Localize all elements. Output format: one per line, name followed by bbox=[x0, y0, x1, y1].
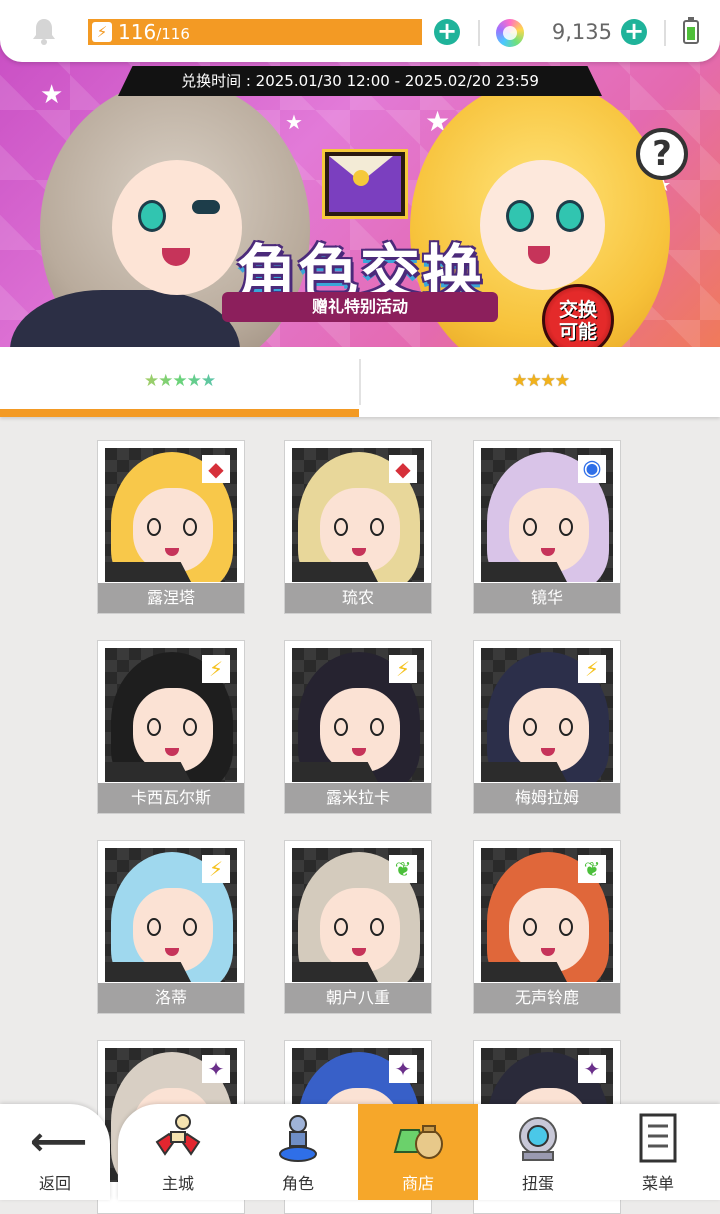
nav-label-home: 主城 bbox=[161, 1174, 194, 1193]
lightning-icon: ⚡ bbox=[389, 655, 417, 683]
lightning-icon: ⚡ bbox=[578, 655, 606, 683]
star-decoration-icon: ★ bbox=[285, 110, 303, 134]
back-arrow-icon: ⟵ bbox=[30, 1119, 88, 1165]
rarity-stars: ★★★★★ bbox=[292, 962, 378, 982]
character-card[interactable]: ◆ ★★★★★琉农 bbox=[284, 440, 432, 614]
bottom-nav: 主城 角色 商店 扭蛋 菜单 bbox=[118, 1104, 720, 1200]
character-name: 卡西瓦尔斯 bbox=[98, 783, 244, 813]
character-card[interactable]: ◉ ★★★★★镜华 bbox=[473, 440, 621, 614]
nav-item-gacha[interactable]: 扭蛋 bbox=[478, 1104, 598, 1200]
character-card[interactable]: ❦ ★★★★★朝户八重 bbox=[284, 840, 432, 1014]
nav-item-characters[interactable]: 角色 bbox=[238, 1104, 358, 1200]
rarity-stars: ★★★★★ bbox=[105, 562, 191, 582]
five-star-icon: ★★★★★ bbox=[0, 371, 359, 391]
four-star-icon: ★★★★ bbox=[512, 371, 570, 391]
back-label: 返回 bbox=[38, 1174, 71, 1193]
divider bbox=[664, 20, 666, 46]
rarity-stars: ★★★★★ bbox=[481, 962, 567, 982]
dark-star-icon: ✦ bbox=[389, 1055, 417, 1083]
status-bar: ⚡ 116/116 + 9,135 + bbox=[0, 0, 720, 62]
badge-line-2: 可能 bbox=[558, 321, 597, 343]
character-name: 无声铃鹿 bbox=[474, 983, 620, 1013]
lightning-icon: ⚡ bbox=[92, 22, 112, 42]
character-portrait: ◆ ★★★★★ bbox=[105, 448, 237, 582]
leaf-icon: ❦ bbox=[389, 855, 417, 883]
blue-circle-icon: ◉ bbox=[578, 455, 606, 483]
lightning-icon: ⚡ bbox=[202, 655, 230, 683]
stamina-bar: ⚡ 116/116 bbox=[88, 19, 422, 45]
nav-item-menu[interactable]: 菜单 bbox=[598, 1104, 718, 1200]
lightning-icon: ⚡ bbox=[202, 855, 230, 883]
leaf-icon: ❦ bbox=[578, 855, 606, 883]
rarity-stars: ★★★★★ bbox=[105, 762, 191, 782]
character-name: 镜华 bbox=[474, 583, 620, 613]
character-card[interactable]: ◆ ★★★★★露涅塔 bbox=[97, 440, 245, 614]
character-card[interactable]: ⚡ ★★★★★卡西瓦尔斯 bbox=[97, 640, 245, 814]
nav-item-home[interactable]: 主城 bbox=[118, 1104, 238, 1200]
character-portrait: ◆ ★★★★★ bbox=[292, 448, 424, 582]
stamina-current: 116 bbox=[118, 20, 157, 44]
gem-icon bbox=[496, 19, 524, 47]
rarity-stars: ★★★★★ bbox=[292, 562, 378, 582]
nav-label-shop: 商店 bbox=[401, 1174, 434, 1193]
nav-item-shop[interactable]: 商店 bbox=[358, 1104, 478, 1200]
menu-icon bbox=[639, 1113, 677, 1163]
nav-label-characters: 角色 bbox=[281, 1174, 314, 1193]
character-name: 琉农 bbox=[285, 583, 431, 613]
nav-label-menu: 菜单 bbox=[641, 1174, 674, 1193]
character-name: 露涅塔 bbox=[98, 583, 244, 613]
character-portrait: ❦ ★★★★★ bbox=[292, 848, 424, 982]
castle-icon bbox=[155, 1114, 201, 1156]
battery-icon bbox=[683, 17, 699, 44]
tab-5-star[interactable]: ★★★★★ bbox=[0, 347, 359, 417]
star-decoration-icon: ★ bbox=[40, 80, 64, 110]
rarity-stars: ★★★★★ bbox=[105, 962, 191, 982]
gem-count: 9,135 bbox=[551, 20, 612, 44]
character-name: 朝户八重 bbox=[285, 983, 431, 1013]
divider bbox=[478, 20, 480, 46]
add-gems-button[interactable]: + bbox=[621, 19, 647, 45]
bell-icon[interactable] bbox=[30, 16, 58, 46]
event-subtitle: 赠礼特别活动 bbox=[222, 292, 498, 322]
character-name: 洛蒂 bbox=[98, 983, 244, 1013]
rarity-stars: ★★★★★ bbox=[292, 762, 378, 782]
character-name: 露米拉卡 bbox=[285, 783, 431, 813]
dark-star-icon: ✦ bbox=[202, 1055, 230, 1083]
character-portrait: ⚡ ★★★★★ bbox=[481, 648, 613, 782]
shop-icon bbox=[393, 1125, 443, 1159]
rarity-stars: ★★★★★ bbox=[481, 762, 567, 782]
red-diamond-icon: ◆ bbox=[202, 455, 230, 483]
character-portrait: ⚡ ★★★★★ bbox=[292, 648, 424, 782]
gacha-icon bbox=[519, 1117, 557, 1161]
badge-line-1: 交换 bbox=[558, 299, 597, 321]
rarity-stars: ★★★★★ bbox=[481, 562, 567, 582]
rarity-tabs: ★★★★★ ★★★★ bbox=[0, 347, 720, 417]
character-card[interactable]: ❦ ★★★★★无声铃鹿 bbox=[473, 840, 621, 1014]
character-card[interactable]: ⚡ ★★★★★露米拉卡 bbox=[284, 640, 432, 814]
character-card[interactable]: ⚡ ★★★★★洛蒂 bbox=[97, 840, 245, 1014]
character-portrait: ⚡ ★★★★★ bbox=[105, 648, 237, 782]
back-button[interactable]: ⟵ 返回 bbox=[0, 1104, 110, 1200]
character-card[interactable]: ⚡ ★★★★★梅姆拉姆 bbox=[473, 640, 621, 814]
character-portrait: ◉ ★★★★★ bbox=[481, 448, 613, 582]
character-portrait: ❦ ★★★★★ bbox=[481, 848, 613, 982]
event-banner: ★ ★ ★ ★ ★ 兑换时间 : 2025.01/30 12:00 - 2025… bbox=[0, 40, 720, 347]
exchange-period: 兑换时间 : 2025.01/30 12:00 - 2025.02/20 23:… bbox=[118, 66, 602, 96]
active-tab-indicator bbox=[0, 409, 359, 417]
character-icon bbox=[279, 1115, 317, 1162]
add-stamina-button[interactable]: + bbox=[434, 19, 460, 45]
gift-envelope-icon bbox=[325, 152, 405, 216]
help-button[interactable]: ? bbox=[636, 128, 688, 180]
exchange-available-badge: 交换 可能 bbox=[542, 284, 614, 347]
dark-star-icon: ✦ bbox=[578, 1055, 606, 1083]
character-name: 梅姆拉姆 bbox=[474, 783, 620, 813]
red-diamond-icon: ◆ bbox=[389, 455, 417, 483]
character-portrait: ⚡ ★★★★★ bbox=[105, 848, 237, 982]
stamina-max: /116 bbox=[156, 25, 190, 43]
nav-label-gacha: 扭蛋 bbox=[521, 1174, 554, 1193]
tab-4-star[interactable]: ★★★★ bbox=[361, 347, 720, 417]
